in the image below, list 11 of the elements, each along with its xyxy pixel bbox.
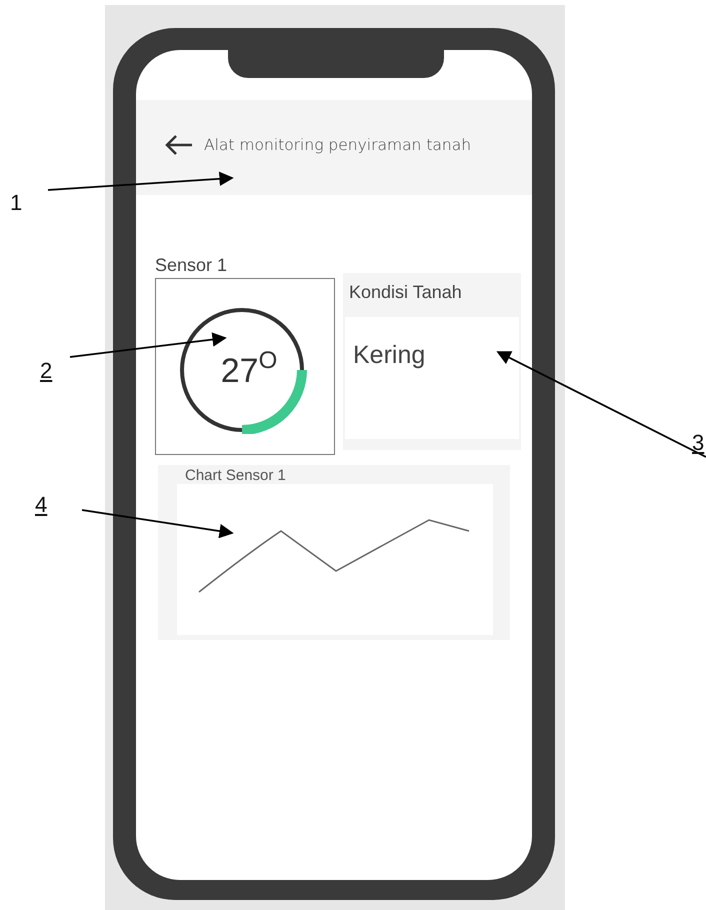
chart-title: Chart Sensor 1 <box>185 467 286 484</box>
annotation-number: 4 <box>35 492 48 518</box>
back-arrow-icon[interactable] <box>164 134 194 156</box>
annotation-number: 2 <box>40 358 52 384</box>
sensor-label: Sensor 1 <box>155 255 228 276</box>
app-title: Alat monitoring penyiraman tanah <box>204 136 472 154</box>
annotation-number: 3 <box>692 430 704 456</box>
soil-title: Kondisi Tanah <box>348 281 463 304</box>
soil-status: Kering <box>345 317 519 439</box>
annotation-number: 1 <box>10 190 22 216</box>
temperature-value: 27$^{O}$ <box>220 346 278 390</box>
